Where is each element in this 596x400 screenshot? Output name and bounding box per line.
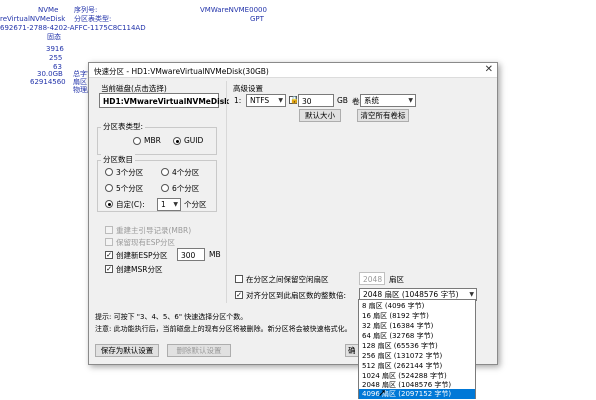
custom-count-label: 自定(C): [116, 200, 145, 209]
mbr-label: MBR [144, 136, 161, 145]
dropdown-option[interactable]: 256 扇区 (131072 字节) [359, 351, 475, 361]
ok-button[interactable]: 确定 [345, 344, 359, 357]
default-size-button[interactable]: 默认大小 [299, 109, 341, 122]
custom-count-value: 1 [161, 200, 166, 209]
dropdown-option[interactable]: 128 扇区 (65536 字节) [359, 341, 475, 351]
align-sectors-value: 2048 扇区 (1048576 字节) [363, 290, 459, 299]
esp-size-value: 300 [181, 251, 196, 260]
bg-serial-label: 序列号: [74, 6, 98, 14]
size-value: 30 [302, 97, 312, 106]
create-msr-checkbox[interactable]: ✓ [105, 265, 113, 273]
bg-num-5: 62914560 [30, 78, 66, 86]
count-6-radio[interactable] [161, 184, 169, 192]
save-default-button[interactable]: 保存为默认设置 [95, 344, 159, 357]
bg-line-1: NVMe [38, 6, 59, 14]
reserve-sectors-input[interactable]: 2048 [359, 272, 385, 285]
partition-row-index: 1: [234, 96, 242, 105]
reserve-sectors-value: 2048 [363, 275, 383, 284]
dropdown-option[interactable]: 16 扇区 (8192 字节) [359, 311, 475, 321]
filesystem-select[interactable]: NTFS ▼ [246, 94, 286, 107]
esp-size-unit: MB [209, 250, 221, 259]
reserve-sectors-unit: 扇区 [389, 275, 404, 284]
volume-label-value: 系统 [364, 96, 379, 105]
bg-line-3: 692671-2788-4202-AFFC-1175C8C114AD [0, 24, 146, 32]
dialog-titlebar: 快速分区 - HD1:VMwareVirtualNVMeDisk(30GB) ✕ [89, 63, 497, 78]
align-partitions-label: 对齐分区到此扇区数的整数倍: [246, 291, 347, 300]
align-sectors-dropdown-list[interactable]: 8 扇区 (4096 字节) 16 扇区 (8192 字节) 32 扇区 (16… [358, 299, 476, 399]
dropdown-option[interactable]: 64 扇区 (32768 字节) [359, 331, 475, 341]
count-4-radio[interactable] [161, 168, 169, 176]
create-msr-label: 创建MSR分区 [116, 265, 163, 274]
bg-line-4: 固态 [47, 33, 61, 41]
rebuild-mbr-label: 重建主引导记录(MBR) [116, 226, 192, 235]
count-6-label: 6个分区 [172, 184, 200, 193]
bg-line-2: reVirtualNVMeDisk [0, 15, 66, 23]
size-unit: GB [337, 96, 348, 105]
guid-label: GUID [184, 136, 204, 145]
reserve-space-checkbox[interactable] [235, 275, 243, 283]
count-4-label: 4个分区 [172, 168, 200, 177]
partition-count-label: 分区数目 [101, 154, 135, 165]
keep-esp-checkbox[interactable] [105, 238, 113, 246]
count-5-label: 5个分区 [116, 184, 144, 193]
keep-esp-label: 保留现有ESP分区 [116, 238, 176, 247]
mbr-radio[interactable] [133, 137, 141, 145]
bg-table-type-label: 分区表类型: [74, 15, 112, 23]
bg-table-type-value: GPT [250, 15, 264, 23]
partition-table-type-label: 分区表类型: [101, 121, 146, 132]
create-esp-checkbox[interactable]: ✓ [105, 251, 113, 259]
reserve-space-label: 在分区之间保留空闲扇区 [246, 275, 329, 284]
chevron-down-icon: ▼ [408, 97, 413, 104]
create-esp-label: 创建新ESP分区 [116, 251, 168, 260]
current-disk-value: HD1:VMwareVirtualNVMeDisk [103, 97, 230, 106]
clear-labels-button[interactable]: 清空所有卷标 [357, 109, 409, 122]
count-3-radio[interactable] [105, 168, 113, 176]
current-disk-selector[interactable]: HD1:VMwareVirtualNVMeDisk [99, 93, 229, 108]
chevron-down-icon: ▼ [278, 97, 283, 104]
mouse-cursor-icon: ➚ [378, 388, 387, 399]
pane-divider [226, 81, 227, 303]
delete-default-button[interactable]: 删除默认设置 [167, 344, 231, 357]
custom-count-unit: 个分区 [184, 200, 207, 209]
esp-size-input[interactable]: 300 [177, 248, 205, 261]
custom-count-select[interactable]: 1 ▼ [157, 198, 181, 211]
advanced-settings-label: 高级设置 [233, 84, 263, 93]
count-3-label: 3个分区 [116, 168, 144, 177]
dropdown-option[interactable]: 512 扇区 (262144 字节) [359, 361, 475, 371]
lock-size-checkbox[interactable]: 🔒 [289, 96, 299, 104]
volume-label-select[interactable]: 系统 ▼ [360, 94, 416, 107]
chevron-down-icon: ▼ [173, 201, 178, 208]
dropdown-option[interactable]: 32 扇区 (16384 字节) [359, 321, 475, 331]
align-partitions-checkbox[interactable]: ✓ [235, 291, 243, 299]
bg-num-1: 3916 [46, 45, 64, 53]
dropdown-option[interactable]: 8 扇区 (4096 字节) [359, 301, 475, 311]
bg-num-2: 255 [49, 54, 63, 62]
dropdown-option-selected[interactable]: 4096 扇区 (2097152 字节) [359, 389, 475, 399]
filesystem-value: NTFS [250, 96, 270, 105]
note-text: 注意: 此功能执行后，当前磁盘上的现有分区将被删除。新分区将会被快速格式化。 [95, 325, 352, 333]
guid-radio[interactable] [173, 137, 181, 145]
count-5-radio[interactable] [105, 184, 113, 192]
close-icon[interactable]: ✕ [485, 64, 493, 75]
size-input[interactable]: 30 [298, 94, 334, 107]
dialog-title: 快速分区 - HD1:VMwareVirtualNVMeDisk(30GB) [94, 67, 269, 76]
custom-count-radio[interactable] [105, 200, 113, 208]
hint-text: 提示: 可按下 "3、4、5、6" 快速选择分区个数。 [95, 313, 248, 321]
rebuild-mbr-checkbox[interactable] [105, 226, 113, 234]
bg-serial-value: VMWareNVME0000 [200, 6, 267, 14]
